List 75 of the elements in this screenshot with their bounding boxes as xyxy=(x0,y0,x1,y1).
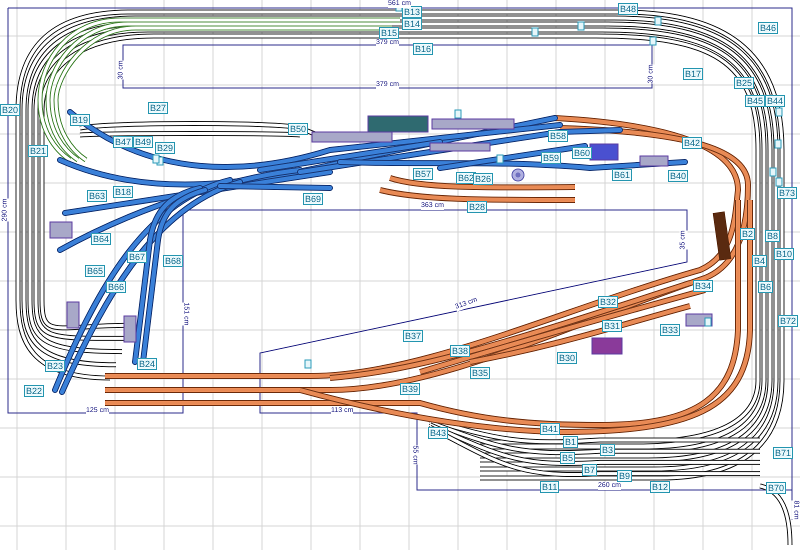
block-label: B18 xyxy=(113,186,134,198)
block-label: B66 xyxy=(106,281,126,293)
signal-marker-icon xyxy=(454,110,462,118)
block-label: B45 xyxy=(745,95,766,107)
signal-marker-icon xyxy=(496,154,504,164)
block-label: B43 xyxy=(428,427,448,439)
block-label: B63 xyxy=(87,190,108,202)
block-label: B49 xyxy=(133,136,154,148)
block-label: B41 xyxy=(540,423,560,435)
block-label: B58 xyxy=(548,130,568,142)
block-label: B26 xyxy=(473,173,494,185)
block-label: B32 xyxy=(598,296,618,308)
signal-marker-icon xyxy=(774,140,782,148)
block-label: B16 xyxy=(413,43,434,55)
block-label: B6 xyxy=(758,281,774,293)
block-label: B24 xyxy=(137,358,158,370)
block-label: B23 xyxy=(45,360,66,372)
block-label: B8 xyxy=(765,230,780,242)
block-label: B4 xyxy=(752,255,768,267)
block-label: B64 xyxy=(91,233,112,245)
block-label: B9 xyxy=(617,470,632,482)
block-label: B47 xyxy=(113,136,134,148)
block-label: B42 xyxy=(682,137,702,149)
block-label: B33 xyxy=(660,324,680,336)
signal-marker-icon xyxy=(532,28,538,36)
signal-marker-icon xyxy=(776,108,782,116)
block-label: B10 xyxy=(774,248,794,260)
block-label: B73 xyxy=(777,187,798,199)
block-label: B7 xyxy=(582,464,598,476)
block-label: B31 xyxy=(602,320,622,332)
block-label: B30 xyxy=(557,352,578,364)
block-label: B11 xyxy=(540,481,560,493)
block-label: B67 xyxy=(127,251,148,263)
block-label: B48 xyxy=(618,3,638,15)
block-label: B59 xyxy=(541,152,562,164)
block-label: B34 xyxy=(693,280,714,292)
signal-marker-icon xyxy=(304,360,312,368)
block-label: B3 xyxy=(600,444,616,456)
block-label: B71 xyxy=(773,447,794,459)
block-label: B17 xyxy=(683,68,704,80)
block-label: B29 xyxy=(155,142,176,154)
block-label: B21 xyxy=(28,145,48,157)
block-label: B61 xyxy=(612,169,632,181)
block-label: B1 xyxy=(563,436,578,448)
block-label: B60 xyxy=(572,147,592,159)
signal-marker-icon xyxy=(650,36,656,46)
block-label: B38 xyxy=(450,345,470,357)
block-label: B14 xyxy=(402,18,422,30)
block-label: B28 xyxy=(467,201,488,213)
block-label: B69 xyxy=(303,193,324,205)
block-label: B27 xyxy=(148,102,168,114)
block-label: B13 xyxy=(402,6,422,18)
signal-marker-icon xyxy=(654,16,662,26)
block-label: B70 xyxy=(766,482,786,494)
block-label: B46 xyxy=(758,22,778,34)
block-label: B50 xyxy=(288,123,308,135)
block-label: B65 xyxy=(85,265,106,277)
block-label: B12 xyxy=(650,481,670,493)
block-label: B19 xyxy=(70,114,90,126)
block-label: B72 xyxy=(778,315,798,327)
signal-marker-icon xyxy=(578,22,584,30)
signal-marker-icon xyxy=(704,318,712,326)
block-label: B25 xyxy=(734,77,754,89)
block-label: B20 xyxy=(0,104,20,116)
block-label: B22 xyxy=(24,385,44,397)
block-label: B39 xyxy=(400,383,420,395)
block-label: B2 xyxy=(740,228,756,240)
block-label: B35 xyxy=(470,367,490,379)
block-label: B5 xyxy=(560,452,576,464)
block-label: B57 xyxy=(413,168,434,180)
block-label: B37 xyxy=(403,330,424,342)
block-label: B68 xyxy=(163,255,184,267)
block-label: B44 xyxy=(765,95,786,107)
block-label: B15 xyxy=(379,27,400,39)
block-label: B40 xyxy=(668,170,688,182)
